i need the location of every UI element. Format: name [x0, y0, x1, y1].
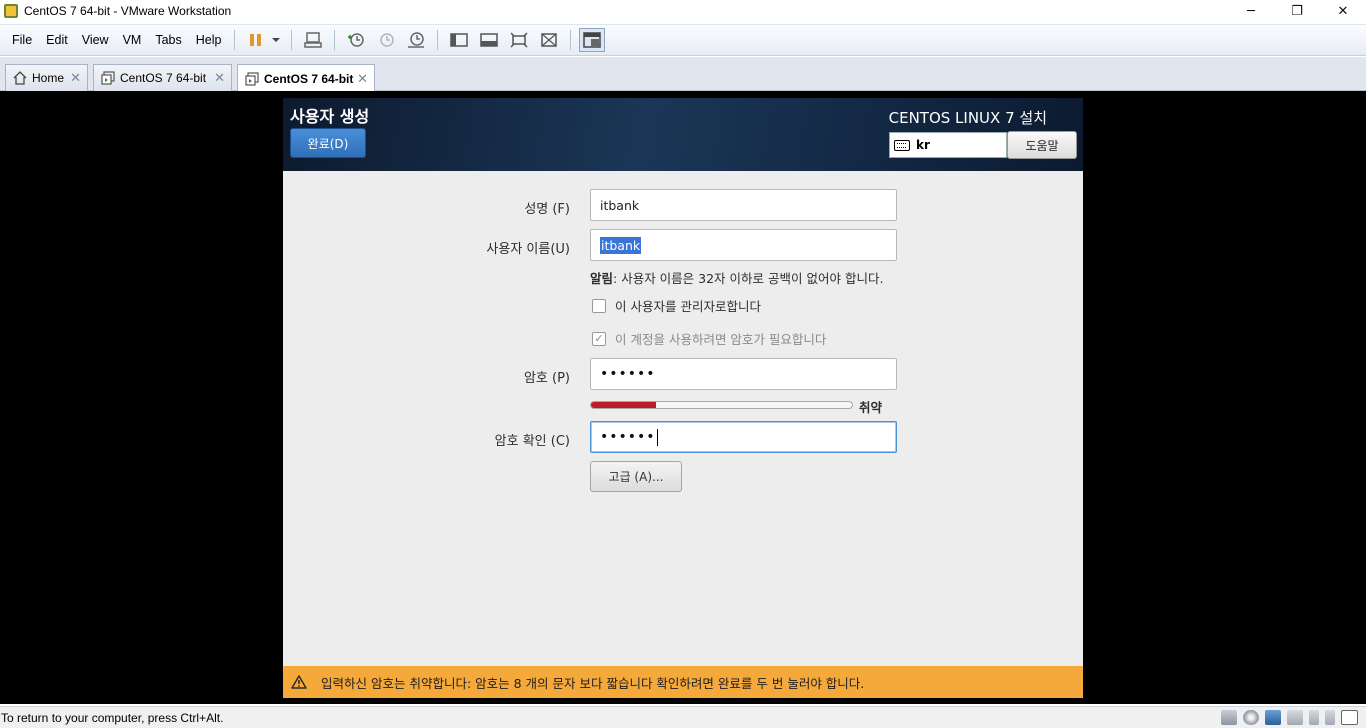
sound-card-icon[interactable]	[1309, 710, 1319, 725]
menu-edit[interactable]: Edit	[39, 33, 75, 47]
confirm-password-label: 암호 확인 (C)	[494, 434, 570, 449]
show-thumbnail-icon[interactable]	[476, 28, 502, 52]
pause-icon[interactable]	[243, 28, 269, 52]
password-field[interactable]: ••••••	[590, 358, 897, 390]
unity-icon[interactable]	[536, 28, 562, 52]
snapshot-revert-icon[interactable]	[373, 28, 399, 52]
vm-icon	[101, 71, 115, 85]
menu-tabs[interactable]: Tabs	[148, 33, 188, 47]
window-controls: ─ ❐ ✕	[1228, 0, 1366, 22]
menu-vm[interactable]: VM	[116, 33, 149, 47]
page-title: 사용자 생성	[290, 107, 370, 126]
product-title: CENTOS LINUX 7 설치	[888, 109, 1047, 127]
cd-dvd-icon[interactable]	[1243, 710, 1259, 725]
menu-file[interactable]: File	[5, 33, 39, 47]
toolbar-separator	[334, 30, 336, 50]
network-adapter-icon[interactable]	[1265, 710, 1281, 725]
window-titlebar: CentOS 7 64-bit - VMware Workstation ─ ❐…	[0, 0, 1366, 22]
weak-password-warning-bar: 입력하신 암호는 취약합니다: 암호는 8 개의 문자 보다 짧습니다 확인하려…	[283, 666, 1083, 698]
full-name-label: 성명 (F)	[524, 202, 570, 217]
warning-icon	[291, 675, 307, 689]
usb-controller-icon[interactable]	[1287, 710, 1303, 725]
status-bar: To return to your computer, press Ctrl+A…	[0, 706, 1366, 728]
admin-checkbox-label: 이 사용자를 관리자로합니다	[615, 299, 761, 314]
hard-disk-icon[interactable]	[1221, 710, 1237, 725]
console-view-icon[interactable]	[579, 28, 606, 52]
installer-header: 사용자 생성 완료(D) CENTOS LINUX 7 설치 kr 도움말	[283, 98, 1083, 171]
close-button[interactable]: ✕	[1320, 0, 1366, 22]
full-screen-icon[interactable]	[506, 28, 532, 52]
snapshot-take-icon[interactable]	[343, 28, 369, 52]
close-tab-icon[interactable]: ✕	[357, 71, 368, 87]
hint-prefix: 알림	[590, 271, 614, 286]
close-tab-icon[interactable]: ✕	[214, 70, 225, 86]
tab-home[interactable]: Home ✕	[5, 64, 88, 91]
toolbar-separator	[234, 30, 236, 50]
password-value: ••••••	[600, 366, 656, 382]
menu-help[interactable]: Help	[189, 33, 229, 47]
printer-icon[interactable]	[1325, 710, 1335, 725]
password-strength-fill	[591, 402, 657, 408]
toolbar-separator	[291, 30, 293, 50]
home-icon	[13, 71, 27, 85]
keyboard-layout-text: kr	[916, 138, 930, 152]
username-hint: 알림: 사용자 이름은 32자 이하로 공백이 없어야 합니다.	[590, 268, 883, 287]
username-label: 사용자 이름(U)	[486, 242, 570, 257]
confirm-password-field[interactable]: ••••••	[590, 421, 897, 453]
window-title: CentOS 7 64-bit - VMware Workstation	[24, 4, 232, 18]
password-strength-bar	[590, 401, 853, 409]
keyboard-layout-indicator[interactable]: kr	[889, 132, 1007, 158]
message-log-icon[interactable]	[1341, 710, 1358, 725]
confirm-password-value: ••••••	[600, 429, 656, 445]
warning-text: 입력하신 암호는 취약합니다: 암호는 8 개의 문자 보다 짧습니다 확인하려…	[321, 675, 865, 691]
require-password-checkbox[interactable]: ✓	[592, 331, 606, 346]
keyboard-icon	[894, 139, 910, 151]
snapshot-manager-icon[interactable]	[403, 28, 429, 52]
power-dropdown-icon[interactable]	[269, 28, 283, 52]
text-caret	[656, 428, 658, 446]
maximize-button[interactable]: ❐	[1274, 0, 1320, 22]
vmware-app-icon	[4, 4, 18, 18]
require-password-checkbox-row[interactable]: ✓ 이 계정을 사용하려면 암호가 필요합니다	[592, 329, 826, 348]
close-tab-icon[interactable]: ✕	[70, 70, 81, 86]
tab-strip: Home ✕ CentOS 7 64-bit ✕ CentOS 7 64-bit…	[0, 57, 1366, 92]
toolbar-separator	[437, 30, 439, 50]
vm-icon	[245, 71, 259, 86]
advanced-button[interactable]: 고급 (A)...	[590, 461, 682, 492]
admin-checkbox-row[interactable]: 이 사용자를 관리자로합니다	[592, 296, 761, 315]
full-name-field[interactable]: itbank	[590, 189, 897, 221]
full-name-value: itbank	[600, 197, 640, 213]
tab-centos-1[interactable]: CentOS 7 64-bit ✕	[93, 64, 232, 91]
menu-view[interactable]: View	[75, 33, 116, 47]
help-button[interactable]: 도움말	[1007, 131, 1077, 159]
hint-text: : 사용자 이름은 32자 이하로 공백이 없어야 합니다.	[613, 271, 884, 286]
minimize-button[interactable]: ─	[1228, 0, 1274, 22]
done-button[interactable]: 완료(D)	[290, 128, 366, 158]
vm-guest-screen[interactable]: 사용자 생성 완료(D) CENTOS LINUX 7 설치 kr 도움말 성명…	[283, 98, 1083, 698]
show-library-icon[interactable]	[446, 28, 472, 52]
require-password-checkbox-label: 이 계정을 사용하려면 암호가 필요합니다	[615, 332, 827, 347]
menu-toolbar: File Edit View VM Tabs Help	[0, 24, 1366, 56]
tab-label: Home	[32, 71, 65, 85]
status-text: To return to your computer, press Ctrl+A…	[1, 710, 224, 725]
tab-label: CentOS 7 64-bit	[264, 71, 354, 86]
username-field[interactable]: itbank	[590, 229, 897, 261]
admin-checkbox[interactable]	[592, 298, 606, 313]
password-strength-label: 취약	[859, 400, 883, 415]
device-status-icons	[1221, 710, 1358, 725]
username-value: itbank	[600, 236, 642, 254]
tab-label: CentOS 7 64-bit	[120, 71, 207, 85]
toolbar-separator	[570, 30, 572, 50]
password-label: 암호 (P)	[523, 371, 570, 386]
tab-centos-active[interactable]: CentOS 7 64-bit ✕	[237, 64, 375, 92]
send-ctrl-alt-del-icon[interactable]	[300, 28, 326, 52]
